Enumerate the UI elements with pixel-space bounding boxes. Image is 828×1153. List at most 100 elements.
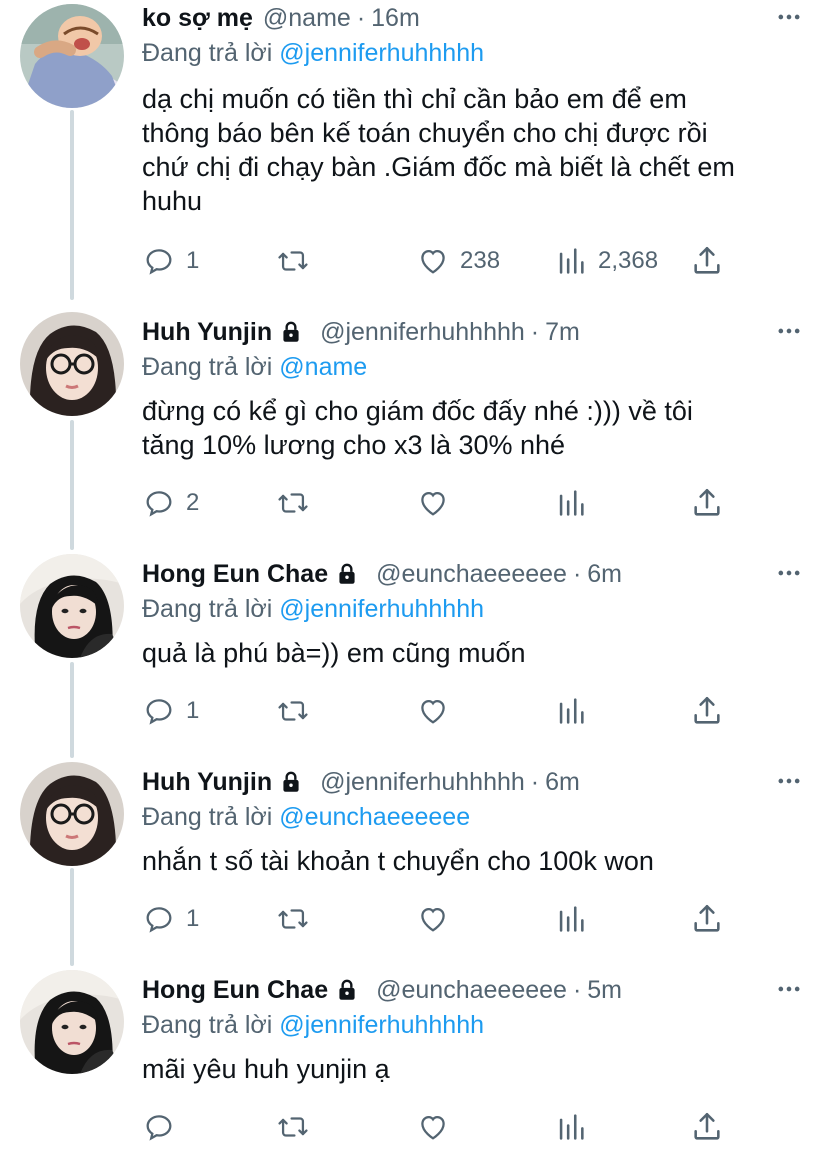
views-button[interactable]: [554, 691, 588, 731]
share-icon: [690, 1110, 724, 1144]
author-handle[interactable]: @name: [263, 4, 351, 33]
views-button[interactable]: 2,368: [554, 241, 658, 281]
share-icon: [690, 694, 724, 728]
like-button[interactable]: [416, 899, 450, 939]
avatar-cartoon-crying-icon: [20, 4, 124, 108]
like-button[interactable]: [416, 483, 450, 523]
reply-mention-link[interactable]: @jenniferhuhhhhh: [279, 1011, 484, 1039]
more-options-icon[interactable]: [774, 316, 804, 346]
reply-mention-link[interactable]: @eunchaeeeeee: [279, 803, 470, 831]
author-handle[interactable]: @eunchaeeeeee: [376, 560, 567, 589]
share-button[interactable]: [690, 899, 724, 939]
reply-mention-link[interactable]: @name: [279, 353, 367, 381]
more-options-icon[interactable]: [774, 766, 804, 796]
reply-prefix: Đang trả lời: [142, 803, 273, 831]
reply-context: Đang trả lời @jenniferhuhhhhh: [142, 592, 804, 626]
timestamp[interactable]: 6m: [587, 560, 622, 589]
separator-dot: ·: [572, 975, 582, 1004]
tweet-text-line: thông báo bên kế toán chuyển cho chị đượ…: [142, 118, 708, 148]
share-icon: [690, 486, 724, 520]
reply-context: Đang trả lời @eunchaeeeeee: [142, 800, 804, 834]
share-button[interactable]: [690, 483, 724, 523]
reply-mention-link[interactable]: @jenniferhuhhhhh: [279, 595, 484, 623]
lock-icon: [278, 319, 304, 345]
avatar[interactable]: [20, 970, 124, 1074]
reply-context: Đang trả lời @name: [142, 350, 804, 384]
views-button[interactable]: [554, 899, 588, 939]
share-button[interactable]: [690, 1107, 724, 1147]
reply-mention-link[interactable]: @jenniferhuhhhhh: [279, 39, 484, 67]
retweet-icon: [276, 486, 310, 520]
views-button[interactable]: [554, 1107, 588, 1147]
tweet-text-line: chứ chị đi chạy bàn .Giám đốc mà biết là…: [142, 152, 735, 182]
avatar-girl-black-hair-icon: [20, 554, 124, 658]
analytics-icon: [554, 902, 588, 936]
thread-line: [70, 868, 74, 966]
share-button[interactable]: [690, 691, 724, 731]
reply-icon: [142, 694, 176, 728]
timestamp[interactable]: 16m: [371, 4, 420, 33]
reply-prefix: Đang trả lời: [142, 595, 273, 623]
timestamp[interactable]: 6m: [545, 768, 580, 797]
like-button[interactable]: [416, 1107, 450, 1147]
author-name[interactable]: Hong Eun Chae: [142, 560, 328, 589]
retweet-button[interactable]: [276, 241, 310, 281]
heart-icon: [416, 1110, 450, 1144]
tweet-text: quả là phú bà=)) em cũng muốn: [142, 636, 804, 670]
reply-count: 1: [186, 247, 200, 274]
avatar[interactable]: [20, 762, 124, 866]
share-button[interactable]: [690, 241, 724, 281]
retweet-button[interactable]: [276, 899, 310, 939]
author-name[interactable]: Huh Yunjin: [142, 768, 272, 797]
author-handle[interactable]: @jenniferhuhhhhh: [320, 768, 525, 797]
reply-count: 2: [186, 489, 200, 516]
tweet-text-line: đừng có kể gì cho giám đốc đấy nhé :))) …: [142, 396, 693, 426]
lock-icon: [278, 769, 304, 795]
reply-button[interactable]: 1: [142, 899, 199, 939]
more-options-icon[interactable]: [774, 558, 804, 588]
tweet-text: mãi yêu huh yunjin ạ: [142, 1052, 804, 1086]
retweet-button[interactable]: [276, 483, 310, 523]
tweet-text: dạ chị muốn có tiền thì chỉ cần bảo em đ…: [142, 82, 804, 218]
author-handle[interactable]: @eunchaeeeeee: [376, 976, 567, 1005]
retweet-button[interactable]: [276, 691, 310, 731]
author-handle[interactable]: @jenniferhuhhhhh: [320, 318, 525, 347]
analytics-icon: [554, 1110, 588, 1144]
share-icon: [690, 244, 724, 278]
author-name[interactable]: Huh Yunjin: [142, 318, 272, 347]
avatar-glasses-girl-icon: [20, 762, 124, 866]
avatar[interactable]: [20, 554, 124, 658]
reply-context: Đang trả lời @jenniferhuhhhhh: [142, 1008, 804, 1042]
lock-icon: [334, 561, 360, 587]
reply-icon: [142, 486, 176, 520]
separator-dot: ·: [530, 767, 540, 796]
separator-dot: ·: [530, 317, 540, 346]
author-name[interactable]: ko sợ mẹ: [142, 4, 253, 33]
avatar[interactable]: [20, 312, 124, 416]
retweet-icon: [276, 694, 310, 728]
tweet-text-line: huhu: [142, 186, 203, 216]
thread-line: [70, 662, 74, 758]
reply-button[interactable]: 2: [142, 483, 199, 523]
more-options-icon[interactable]: [774, 2, 804, 32]
reply-button[interactable]: 1: [142, 691, 199, 731]
timestamp[interactable]: 5m: [587, 976, 622, 1005]
retweet-button[interactable]: [276, 1107, 310, 1147]
more-options-icon[interactable]: [774, 974, 804, 1004]
reply-button[interactable]: [142, 1107, 176, 1147]
analytics-icon: [554, 486, 588, 520]
author-name[interactable]: Hong Eun Chae: [142, 976, 328, 1005]
avatar[interactable]: [20, 4, 124, 108]
timestamp[interactable]: 7m: [545, 318, 580, 347]
analytics-icon: [554, 244, 588, 278]
reply-count: 1: [186, 905, 200, 932]
tweet-actions: 1 238 2,368: [142, 241, 732, 281]
reply-count: 1: [186, 697, 200, 724]
tweet-actions: 2: [142, 483, 732, 523]
view-count: 2,368: [598, 247, 659, 274]
like-button[interactable]: 238: [416, 241, 500, 281]
heart-icon: [416, 694, 450, 728]
reply-button[interactable]: 1: [142, 241, 199, 281]
like-button[interactable]: [416, 691, 450, 731]
views-button[interactable]: [554, 483, 588, 523]
